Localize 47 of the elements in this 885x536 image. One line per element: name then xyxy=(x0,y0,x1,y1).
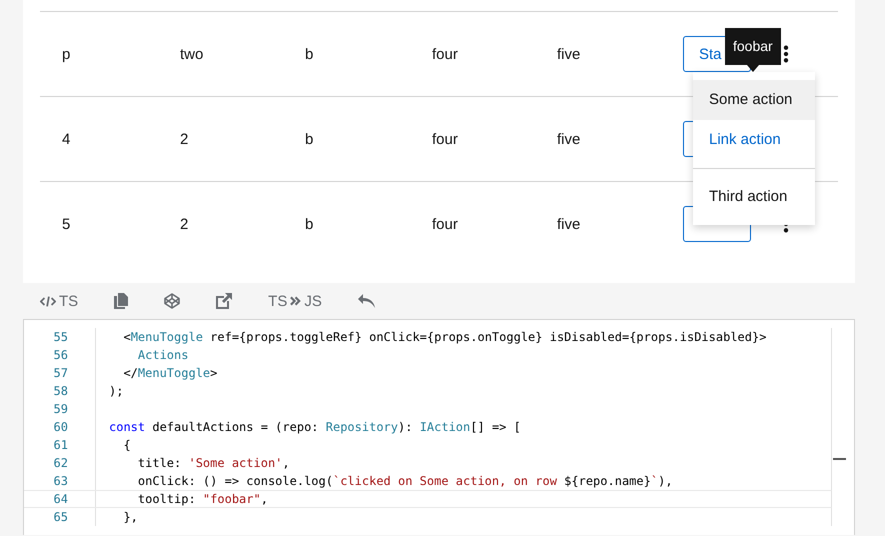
table-cell: b xyxy=(305,216,314,232)
line-number: 58 xyxy=(24,382,96,400)
table-cell: p xyxy=(62,46,70,62)
tooltip: foobar xyxy=(725,28,781,65)
line-number: 65 xyxy=(24,508,96,526)
convert-button[interactable]: TS JS xyxy=(260,286,330,316)
code-line: tooltip: "foobar", xyxy=(136,491,268,507)
line-number: 64 xyxy=(24,491,96,507)
scroll-marker xyxy=(833,458,846,460)
table-cell: 5 xyxy=(62,216,70,232)
menu-item[interactable]: Some action xyxy=(693,80,815,120)
line-number: 56 xyxy=(24,346,96,364)
code-line: { xyxy=(122,437,131,454)
table-cell: five xyxy=(557,46,580,62)
line-number: 61 xyxy=(24,436,96,454)
table-cell: five xyxy=(557,130,580,148)
code-line: </MenuToggle> xyxy=(122,365,218,382)
table-cell: four xyxy=(432,216,458,232)
line-number: 59 xyxy=(24,400,96,418)
table-cell: b xyxy=(305,130,314,148)
table-cell: four xyxy=(432,130,458,148)
table-cell: 2 xyxy=(180,130,188,148)
code-line: }, xyxy=(122,509,138,526)
line-number: 63 xyxy=(24,472,96,490)
menu-item[interactable]: Third action xyxy=(693,177,815,217)
line-number: 57 xyxy=(24,364,96,382)
code-line: const defaultActions = (repo: Repository): IAction[] => [ xyxy=(109,419,521,436)
language-toggle-button[interactable]: TS xyxy=(32,286,86,316)
code-line: title: 'Some action', xyxy=(136,455,290,472)
line-number: 62 xyxy=(24,454,96,472)
table-cell: four xyxy=(432,46,458,62)
table-cell: five xyxy=(557,216,580,232)
kebab-menu-icon[interactable] xyxy=(783,45,789,63)
double-chevron-icon xyxy=(290,296,302,306)
code-icon xyxy=(40,296,56,306)
table-cell: two xyxy=(180,46,204,62)
menu-link[interactable]: Link action xyxy=(693,120,815,160)
line-number: 55 xyxy=(24,328,96,346)
line-number: 60 xyxy=(24,418,96,436)
tooltip-arrow-icon xyxy=(746,65,759,72)
table-cell: b xyxy=(305,46,314,62)
code-line: onClick: () => console.log(`clicked on Some action, on row ${repo.name}`), xyxy=(136,473,673,490)
table-cell: 2 xyxy=(180,216,188,232)
code-line: ); xyxy=(109,383,124,400)
table-cell: 4 xyxy=(62,130,70,148)
code-line: Actions xyxy=(136,347,188,364)
code-line: <MenuToggle ref={props.toggleRef} onClick={props.onToggle} isDisabled={props.isDisabled}> xyxy=(122,329,766,346)
